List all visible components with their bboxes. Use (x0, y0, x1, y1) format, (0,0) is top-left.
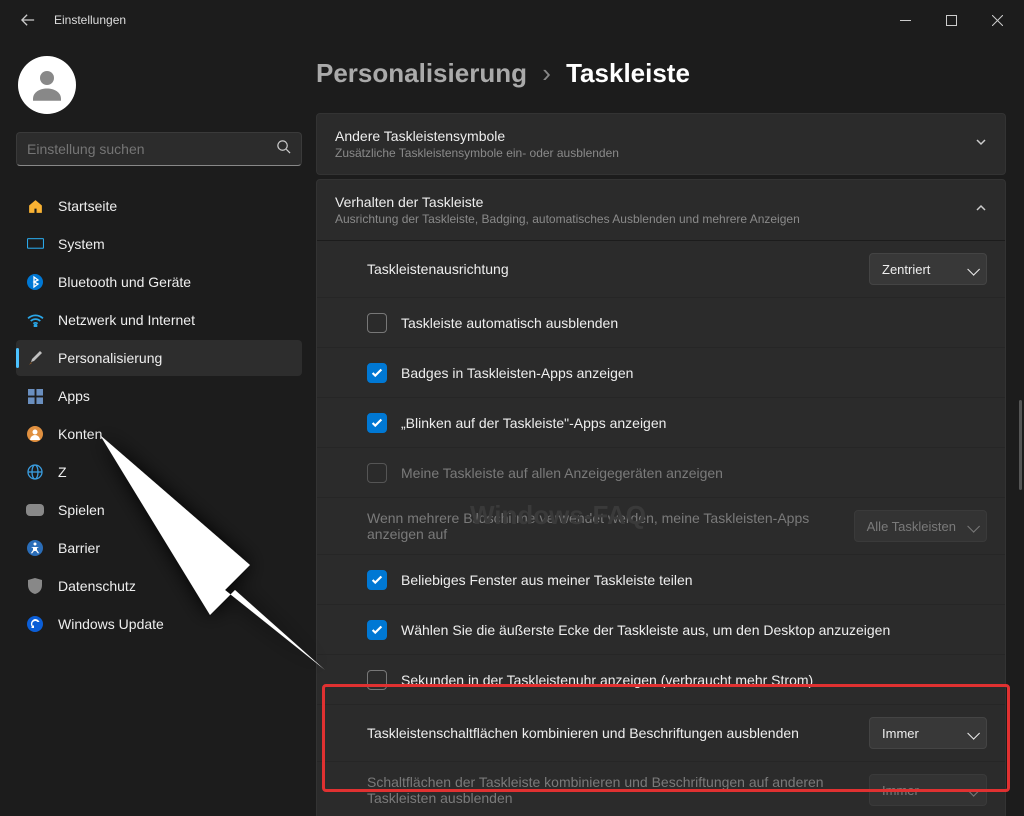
row-label: Taskleistenschaltflächen kombinieren und… (367, 725, 869, 741)
system-icon (26, 235, 44, 253)
sidebar-item-label: Apps (58, 388, 90, 404)
row-label: Wählen Sie die äußerste Ecke der Tasklei… (401, 622, 987, 638)
row-label: Meine Taskleiste auf allen Anzeigegeräte… (401, 465, 987, 481)
chevron-down-icon (975, 135, 987, 153)
section-other-icons[interactable]: Andere Taskleistensymbole Zusätzliche Ta… (316, 113, 1006, 175)
checkbox-disabled (367, 463, 387, 483)
maximize-button[interactable] (928, 4, 974, 36)
sidebar-item-label: Bluetooth und Geräte (58, 274, 191, 290)
bluetooth-icon (26, 273, 44, 291)
sidebar-item-label: Windows Update (58, 616, 164, 632)
checkbox-checked[interactable] (367, 413, 387, 433)
search-input[interactable] (16, 132, 302, 166)
sidebar-item-label: Netzwerk und Internet (58, 312, 195, 328)
combine1-dropdown[interactable]: Immer (869, 717, 987, 749)
apps-icon (26, 387, 44, 405)
sidebar-item-label: Startseite (58, 198, 117, 214)
row-label: Badges in Taskleisten-Apps anzeigen (401, 365, 987, 381)
sidebar-item-label: Barrier (58, 540, 100, 556)
update-icon (26, 615, 44, 633)
sidebar-item-datenschutz[interactable]: Datenschutz (16, 568, 302, 604)
sidebar-item-spielen[interactable]: Spielen (16, 492, 302, 528)
row-label: Wenn mehrere Bildschirme verwendet werde… (367, 510, 854, 542)
row-corner[interactable]: Wählen Sie die äußerste Ecke der Tasklei… (317, 604, 1005, 654)
row-label: Sekunden in der Taskleistenuhr anzeigen … (401, 672, 987, 688)
row-combine-2: Schaltflächen der Taskleiste kombinieren… (317, 761, 1005, 816)
sidebar-item-label: Personalisierung (58, 350, 162, 366)
checkbox-checked[interactable] (367, 570, 387, 590)
checkbox-checked[interactable] (367, 363, 387, 383)
multi-dropdown: Alle Taskleisten (854, 510, 987, 542)
sidebar-item-barrierefreiheit[interactable]: Barrier (16, 530, 302, 566)
section-behavior-header[interactable]: Verhalten der Taskleiste Ausrichtung der… (317, 180, 1005, 240)
row-alldisplays: Meine Taskleiste auf allen Anzeigegeräte… (317, 447, 1005, 497)
sidebar-item-label: Konten (58, 426, 102, 442)
row-autohide[interactable]: Taskleiste automatisch ausblenden (317, 297, 1005, 347)
search-icon (276, 139, 291, 159)
checkbox-checked[interactable] (367, 620, 387, 640)
row-combine-1: Taskleistenschaltflächen kombinieren und… (317, 704, 1005, 761)
section-subtitle: Zusätzliche Taskleistensymbole ein- oder… (335, 146, 619, 160)
chevron-right-icon: › (542, 58, 551, 88)
section-behavior: Verhalten der Taskleiste Ausrichtung der… (316, 179, 1006, 816)
row-seconds[interactable]: Sekunden in der Taskleistenuhr anzeigen … (317, 654, 1005, 704)
accessibility-icon (26, 539, 44, 557)
nav: Startseite System Bluetooth und Geräte N… (16, 188, 302, 642)
sidebar-item-windows-update[interactable]: Windows Update (16, 606, 302, 642)
section-subtitle: Ausrichtung der Taskleiste, Badging, aut… (335, 212, 800, 226)
row-share[interactable]: Beliebiges Fenster aus meiner Taskleiste… (317, 554, 1005, 604)
wifi-icon (26, 311, 44, 329)
row-alignment: Taskleistenausrichtung Zentriert (317, 241, 1005, 297)
window-title: Einstellungen (54, 13, 126, 27)
row-label: Taskleistenausrichtung (367, 261, 869, 277)
breadcrumb: Personalisierung › Taskleiste (316, 58, 1012, 89)
sidebar-item-personalisierung[interactable]: Personalisierung (16, 340, 302, 376)
breadcrumb-current: Taskleiste (566, 58, 690, 88)
row-label: Beliebiges Fenster aus meiner Taskleiste… (401, 572, 987, 588)
back-button[interactable] (14, 6, 42, 34)
sidebar-item-netzwerk[interactable]: Netzwerk und Internet (16, 302, 302, 338)
search-field[interactable] (27, 141, 276, 157)
sidebar-item-apps[interactable]: Apps (16, 378, 302, 414)
sidebar-item-startseite[interactable]: Startseite (16, 188, 302, 224)
checkbox-unchecked[interactable] (367, 313, 387, 333)
titlebar: Einstellungen (0, 0, 1024, 40)
gaming-icon (26, 501, 44, 519)
row-label: Schaltflächen der Taskleiste kombinieren… (367, 774, 869, 806)
combine2-dropdown: Immer (869, 774, 987, 806)
chevron-up-icon (975, 201, 987, 219)
sidebar-item-label: Z (58, 464, 67, 480)
sidebar: Startseite System Bluetooth und Geräte N… (0, 40, 310, 816)
sidebar-item-zeit[interactable]: Z (16, 454, 302, 490)
main: Personalisierung › Taskleiste Andere Tas… (310, 40, 1024, 816)
row-flash[interactable]: „Blinken auf der Taskleiste"-Apps anzeig… (317, 397, 1005, 447)
sidebar-item-bluetooth[interactable]: Bluetooth und Geräte (16, 264, 302, 300)
sidebar-item-system[interactable]: System (16, 226, 302, 262)
sidebar-item-konten[interactable]: Konten (16, 416, 302, 452)
row-label: „Blinken auf der Taskleiste"-Apps anzeig… (401, 415, 987, 431)
row-multi: Wenn mehrere Bildschirme verwendet werde… (317, 497, 1005, 554)
account-icon (26, 425, 44, 443)
brush-icon (26, 349, 44, 367)
row-label: Taskleiste automatisch ausblenden (401, 315, 987, 331)
minimize-button[interactable] (882, 4, 928, 36)
home-icon (26, 197, 44, 215)
section-title: Andere Taskleistensymbole (335, 128, 619, 144)
globe-icon (26, 463, 44, 481)
avatar[interactable] (18, 56, 76, 114)
close-button[interactable] (974, 4, 1020, 36)
section-title: Verhalten der Taskleiste (335, 194, 800, 210)
shield-icon (26, 577, 44, 595)
checkbox-unchecked[interactable] (367, 670, 387, 690)
breadcrumb-parent[interactable]: Personalisierung (316, 58, 527, 88)
sidebar-item-label: Spielen (58, 502, 105, 518)
row-badges[interactable]: Badges in Taskleisten-Apps anzeigen (317, 347, 1005, 397)
sidebar-item-label: System (58, 236, 105, 252)
alignment-dropdown[interactable]: Zentriert (869, 253, 987, 285)
sidebar-item-label: Datenschutz (58, 578, 136, 594)
scrollbar[interactable] (1019, 400, 1022, 490)
